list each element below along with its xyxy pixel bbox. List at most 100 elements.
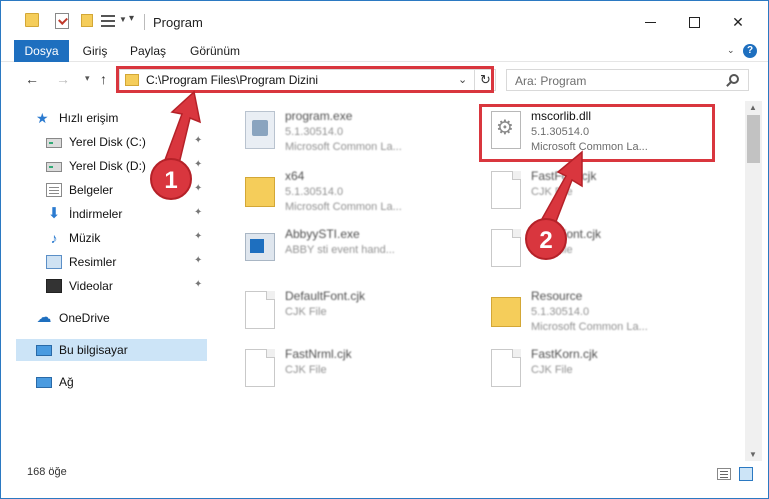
sidebar-item-label: Müzik [69, 231, 101, 245]
sidebar-item-label: Videolar [69, 279, 113, 293]
sidebar-item-this-pc[interactable]: Bu bilgisayar [16, 339, 207, 361]
sidebar-item-local-disk-c[interactable]: Yerel Disk (C:) ✦ [16, 131, 207, 153]
exe-icon [245, 111, 275, 149]
file-version: 5.1.30514.0 [531, 306, 590, 318]
maximize-button[interactable] [671, 8, 717, 36]
file-item-defaultfont[interactable]: DefaultFont.cjk CJK File [227, 285, 467, 337]
customize-toolbar-icon[interactable]: ▾ [129, 13, 134, 24]
file-description: Microsoft Common La... [285, 201, 402, 213]
sidebar-item-label: Belgeler [69, 183, 114, 197]
document-icon [491, 349, 521, 387]
scroll-down-icon[interactable]: ▼ [749, 450, 757, 459]
search-icon[interactable] [729, 74, 739, 84]
sidebar-item-pictures[interactable]: Resimler ✦ [16, 251, 207, 273]
sidebar-item-label: Hızlı erişim [59, 111, 119, 125]
close-button[interactable]: ✕ [715, 8, 761, 36]
minimize-button[interactable] [627, 8, 673, 36]
file-item-fastfont[interactable]: FastFont.cjk CJK File [473, 165, 713, 217]
properties-icon[interactable] [55, 13, 69, 29]
vertical-scrollbar[interactable]: ▲ ▼ [745, 101, 762, 461]
address-highlight [116, 66, 494, 93]
video-icon [46, 279, 62, 293]
folder-icon[interactable] [25, 13, 39, 27]
details-view-icon[interactable] [717, 468, 731, 480]
document-icon [491, 229, 521, 267]
file-item-resource[interactable]: Resource 5.1.30514.0 Microsoft Common La… [473, 285, 713, 337]
sidebar-item-label: İndirmeler [69, 207, 123, 221]
help-icon[interactable]: ? [743, 44, 757, 58]
window-title: Program [153, 15, 203, 30]
file-item-x64[interactable]: x64 5.1.30514.0 Microsoft Common La... [227, 165, 467, 217]
scroll-up-icon[interactable]: ▲ [749, 103, 757, 112]
file-item-fastnrml[interactable]: FastNrml.cjk CJK File [227, 343, 467, 395]
search-input[interactable]: Ara: Program [515, 74, 586, 88]
pictures-icon [46, 255, 62, 269]
tab-view[interactable]: Görünüm [187, 40, 243, 62]
tab-file[interactable]: Dosya [14, 40, 69, 62]
file-name: DefaultFont.cjk [285, 289, 366, 303]
drive-icon [46, 162, 62, 172]
network-icon [36, 376, 52, 388]
tiles-view-icon[interactable] [739, 467, 753, 481]
cloud-icon: ☁ [36, 309, 52, 326]
file-name: FastFont.cjk [531, 169, 597, 183]
recent-locations-icon[interactable]: ▾ [85, 73, 90, 84]
file-name: program.exe [285, 109, 353, 123]
scroll-thumb[interactable] [747, 115, 760, 163]
document-icon [245, 349, 275, 387]
file-item-font[interactable]: Font.cjk CJK File [473, 223, 713, 275]
back-button[interactable]: ← [25, 71, 39, 87]
file-type: CJK File [285, 364, 327, 376]
file-item-program-exe[interactable]: program.exe 5.1.30514.0 Microsoft Common… [227, 105, 467, 157]
sidebar-item-videos[interactable]: Videolar ✦ [16, 275, 207, 297]
sidebar-item-label: OneDrive [59, 311, 110, 325]
file-item-fastkorn[interactable]: FastKorn.cjk CJK File [473, 343, 713, 395]
file-name: x64 [285, 169, 305, 183]
pin-icon: ✦ [194, 231, 203, 242]
computer-icon [36, 344, 52, 356]
file-type: CJK File [531, 186, 573, 198]
file-version: 5.1.30514.0 [285, 186, 344, 198]
sidebar-item-label: Yerel Disk (D:) [69, 159, 146, 173]
sidebar-item-downloads[interactable]: ⬇ İndirmeler ✦ [16, 203, 207, 225]
status-bar: 168 öğe [1, 462, 768, 486]
forward-button[interactable]: → [56, 71, 70, 87]
tab-home[interactable]: Giriş [79, 40, 111, 62]
pin-icon: ✦ [194, 135, 203, 146]
folder-icon [245, 177, 275, 207]
new-folder-icon[interactable] [81, 14, 93, 27]
file-name: Resource [531, 289, 583, 303]
sidebar-item-label: Ağ [59, 375, 74, 389]
minimize-icon [644, 21, 656, 23]
file-description: Microsoft Common La... [531, 321, 648, 333]
up-button[interactable]: ↑ [100, 71, 107, 87]
chevron-down-icon[interactable]: ▼ [119, 15, 127, 24]
maximize-icon [688, 16, 700, 28]
sidebar-item-label: Resimler [69, 255, 117, 269]
title-divider [144, 14, 145, 30]
sidebar-item-network[interactable]: Ağ [16, 371, 207, 393]
file-description: Microsoft Common La... [285, 141, 402, 153]
file-item-abbyysti[interactable]: AbbyySTI.exe ABBY sti event hand... [227, 223, 467, 275]
sidebar-item-music[interactable]: ♪ Müzik ✦ [16, 227, 207, 249]
pin-icon: ✦ [194, 159, 203, 170]
pin-icon: ✦ [194, 183, 203, 194]
sidebar-item-quick-access[interactable]: ★ Hızlı erişim [16, 107, 207, 129]
title-bar: ▼ ▾ Program ✕ [1, 1, 768, 41]
file-highlight [479, 104, 715, 162]
document-icon [491, 171, 521, 209]
file-name: FastNrml.cjk [285, 347, 352, 361]
star-icon: ★ [36, 110, 49, 126]
file-version: 5.1.30514.0 [285, 126, 344, 138]
download-icon: ⬇ [47, 205, 61, 222]
view-options-icon[interactable] [101, 15, 115, 27]
ribbon-expand-icon[interactable]: ⌄ [727, 45, 735, 56]
sidebar-item-onedrive[interactable]: ☁ OneDrive [16, 307, 207, 329]
music-icon: ♪ [50, 230, 58, 246]
step-1-badge: 1 [150, 158, 192, 200]
tab-share[interactable]: Paylaş [129, 40, 167, 62]
file-type: CJK File [531, 364, 573, 376]
search-box[interactable]: Ara: Program [506, 69, 749, 91]
close-icon: ✕ [732, 13, 744, 30]
ribbon-tabs: Dosya Giriş Paylaş Görünüm ⌄ ? [1, 40, 768, 62]
